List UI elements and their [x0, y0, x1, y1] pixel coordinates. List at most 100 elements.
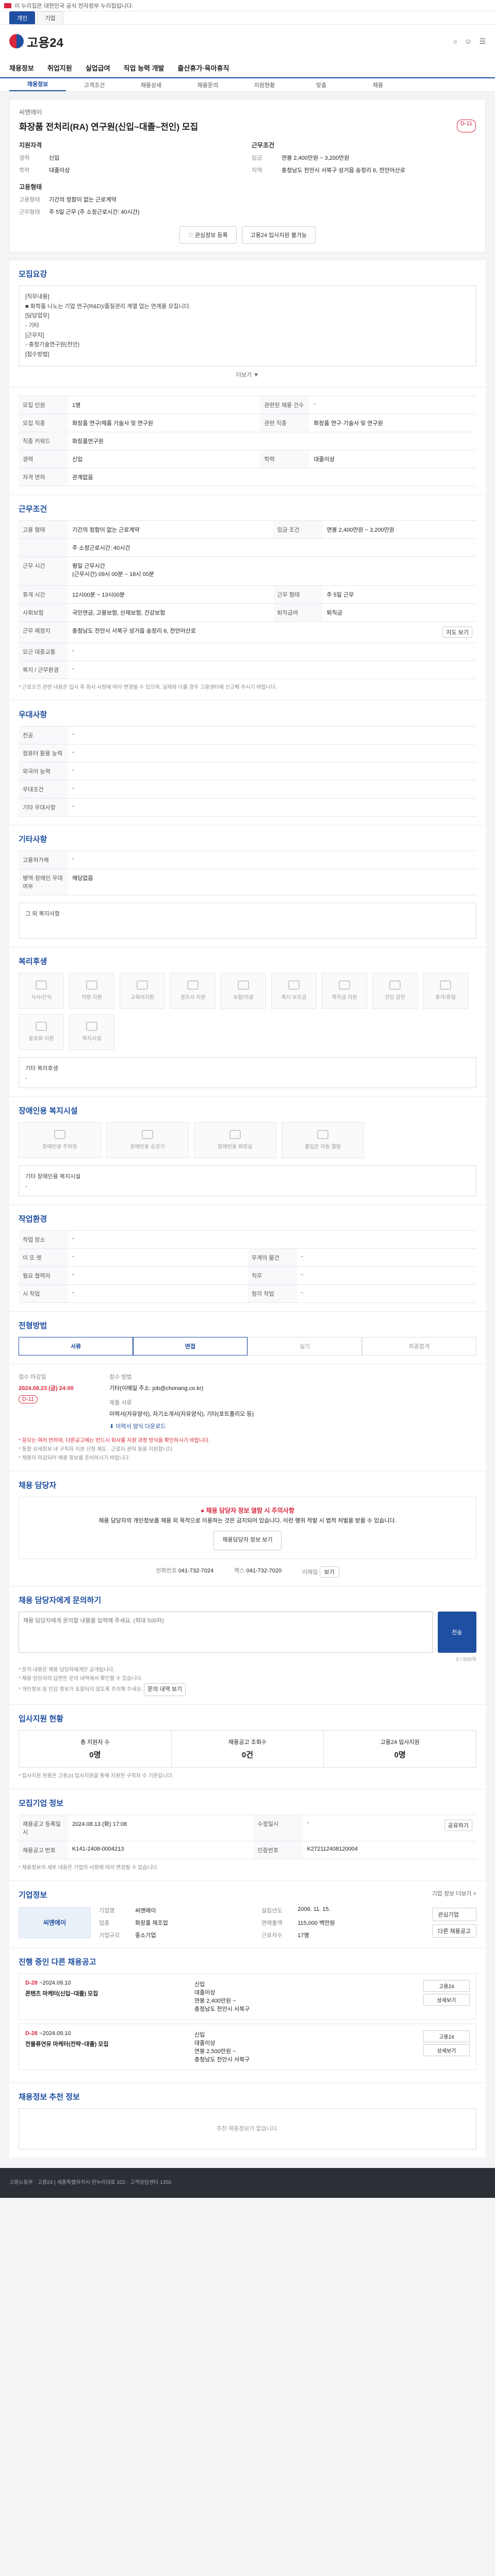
company-name[interactable]: 씨앤에이	[19, 108, 476, 116]
stat-item: 채용공고 조회수 0건	[172, 1730, 324, 1767]
section-title: 작업환경	[19, 1214, 47, 1224]
email-label: 이메일	[302, 1569, 318, 1575]
process-steps: 서류 면접 실기 최종합격	[19, 1336, 476, 1355]
table-row: 필요 협력자 - 직무 -	[19, 1266, 476, 1285]
share-button[interactable]: 공유하기	[444, 1819, 472, 1831]
cell-value: -	[297, 1248, 476, 1267]
cell-value: 연봉 2,400만원 ~ 3,200만원	[322, 520, 476, 539]
table-row: 시 작업 - 청각 작업 -	[19, 1284, 476, 1303]
apply-button[interactable]: 고용24 입사지원 불가능	[241, 226, 316, 244]
list-item[interactable]: D-28 ~2024.09.10 전물류연유 마케터(전략~대졸) 모집 신입 …	[19, 2023, 476, 2070]
table-row: 사회보험 국민연금, 고용보험, 산재보험, 건강보험 퇴직급여 퇴직금	[19, 603, 476, 622]
status-section: 입사지원 현황 총 지원자 수 0명 채용공고 조회수 0건 고용24 입사지원 0명…	[9, 1704, 486, 1789]
cell-value: 주 5일 근무	[322, 585, 476, 604]
job-title-link[interactable]: 전물류연유 마케터(전략~대졸) 모집	[25, 2040, 189, 2048]
job-apply-button[interactable]: 고용24	[423, 1979, 470, 1992]
tab-corporate[interactable]: 기업	[37, 11, 63, 24]
list-item[interactable]: D-28 ~2024.09.10 콘텐츠 마케터(신입~대졸) 모집 신입 대졸…	[19, 1973, 476, 2020]
table-row: 모근 대중교통 -	[19, 642, 476, 661]
more-button[interactable]: 더보기 ▼	[19, 370, 476, 379]
cell-value: -	[68, 1266, 248, 1285]
deadline-dday: D-11	[19, 1395, 38, 1403]
recommend-empty: 추천 채용정보가 없습니다.	[19, 2108, 476, 2150]
gnb-benefit[interactable]: 실업급여	[86, 63, 110, 73]
menu-icon[interactable]: ☰	[479, 37, 486, 46]
job-title-link[interactable]: 콘텐츠 마케터(신입~대졸) 모집	[25, 1989, 189, 1997]
section-title: 채용 담당자	[19, 1481, 57, 1490]
site-logo[interactable]: 고용24	[9, 32, 63, 50]
job-view-button[interactable]: 상세보기	[423, 2044, 470, 2056]
send-button[interactable]: 전송	[437, 1612, 476, 1653]
cell-key: 전공	[19, 725, 68, 744]
disabled-item: 출입문 자동 열림	[282, 1122, 364, 1158]
section-title: 우대사항	[19, 710, 47, 719]
gnb-support[interactable]: 취업지원	[47, 63, 72, 73]
company-jobs-button[interactable]: 다른 채용공고	[432, 1924, 476, 1938]
company-more-link[interactable]: 기업 정보 더보기 +	[432, 1889, 476, 1906]
welfare-item: 건강 검진	[372, 972, 418, 1009]
user-icon[interactable]: ☺	[465, 37, 472, 46]
welfare-item-label: 동호회 지원	[28, 1036, 54, 1042]
medical-icon	[238, 980, 249, 990]
job-apply-button[interactable]: 고용24	[423, 2030, 470, 2042]
company-interest-button[interactable]: 관심기업	[432, 1907, 476, 1921]
table-row: 주 소정근로시간: 40시간	[19, 538, 476, 557]
recruit-section: 모집 인원 1명 관련된 채용 건수 - 모집 직종 화장품 연구/제품 기술사 및 연…	[9, 386, 486, 495]
welfare-item: 차량 지원	[69, 972, 114, 1009]
gnb-jobs[interactable]: 채용정보	[9, 63, 34, 73]
resume-download-link[interactable]: ⬇ 이력서 양식 다운로드	[109, 1422, 476, 1430]
kv-value: 주 5일 근무 (주 소정근로시간: 40시간)	[49, 209, 140, 215]
company-workers: 17명	[298, 1932, 309, 1939]
job-career: 신입	[194, 2031, 205, 2038]
view-contact-button[interactable]: 채용담당자 정보 보기	[213, 1531, 282, 1550]
inquiry-input[interactable]	[19, 1612, 433, 1653]
cell-value: 주 소정근로시간: 40시간	[68, 538, 476, 557]
kv-key: 임금	[252, 155, 262, 161]
welfare-item-label: 학자금 지원	[332, 995, 357, 1001]
inquiry-section: 채용 담당자에게 문의하기 전송 0 / 500자 * 문의 내용은 채용 담당…	[9, 1586, 486, 1704]
history-button[interactable]: 문의 내역 보기	[144, 1683, 186, 1696]
resume-download-label: 이력서 양식 다운로드	[116, 1423, 166, 1430]
cell-value: 화장품연구원	[68, 431, 476, 450]
search-icon[interactable]: ⌕	[453, 37, 457, 46]
table-row: 고용 형태 기간의 정함이 없는 근로계약 임금 조건 연봉 2,400만원 ~ 3,…	[19, 520, 476, 539]
subnav-item-0[interactable]: 채용정보	[9, 79, 66, 91]
phone-value: 041-732-7024	[178, 1568, 214, 1574]
subnav-item-3[interactable]: 채용문의	[179, 81, 236, 89]
subnav-item-5[interactable]: 맞춤	[293, 81, 350, 89]
disabled-extra-box: 기타 장애인용 복지시설 -	[19, 1165, 476, 1196]
stat-value: 0건	[241, 1750, 254, 1759]
email-view-button[interactable]: 보기	[319, 1566, 339, 1578]
map-button[interactable]: 지도 보기	[442, 626, 472, 638]
parking-icon	[54, 1130, 65, 1140]
job-loc: 충청남도 천안시 서북구	[194, 2056, 250, 2063]
subnav-item-1[interactable]: 고객조건	[66, 81, 123, 89]
cell-value: 관계없음	[68, 467, 476, 486]
gnb-training[interactable]: 직업 능력 개발	[124, 63, 164, 73]
qualification-block: 지원자격 경력 신입 학력 대졸이상	[19, 141, 243, 174]
company-section: 기업정보 기업 정보 더보기 + 씨앤에이 기업명 씨앤에이 설립년도 2006. …	[9, 1880, 486, 1947]
inquiry-note: * 개인정보 등 민감 정보가 포함되지 않도록 주의해 주세요.	[19, 1687, 143, 1692]
work-table: 고용 형태 기간의 정함이 없는 근로계약 임금 조건 연봉 2,400만원 ~ 3,…	[19, 520, 476, 679]
summary-line: [근무지]	[25, 332, 44, 338]
summary-line: ■ 화학품 나노는 기업 연구(R&D)/품질관리 계열 업는 연계를 모집니다…	[25, 303, 191, 310]
job-date: ~2024.09.10	[39, 2030, 71, 2037]
interest-button[interactable]: ♡ 관심정보 등록	[179, 226, 237, 244]
tab-personal[interactable]: 개인	[9, 11, 36, 24]
job-view-button[interactable]: 상세보기	[423, 1993, 470, 2006]
health-icon	[389, 980, 401, 990]
disabled-extra-value: -	[25, 1183, 27, 1190]
cell-key: 근무 형태	[273, 585, 323, 604]
company-type: 중소기업	[135, 1932, 156, 1939]
subnav-item-4[interactable]: 지원현황	[236, 81, 293, 89]
subnav-item-2[interactable]: 채용상세	[123, 81, 179, 89]
table-row: 경력 신입 학력 대졸이상	[19, 449, 476, 468]
site-header: 고용24 ⌕ ☺ ☰	[0, 25, 495, 58]
company-sales: 115,000 백만원	[298, 1920, 335, 1926]
gnb-leave[interactable]: 출산휴가·육아휴직	[178, 63, 229, 73]
status-note: * 입사지원 현황은 고용24 입사지원을 통해 지원한 구직자 수 기준입니다…	[19, 1773, 174, 1779]
subnav-item-6[interactable]: 채용	[350, 81, 406, 89]
prefer-section: 우대사항 전공 - 컴퓨터 활용 능력 - 외국어 능력 - 우대조건 - 기타 우대사…	[9, 700, 486, 825]
job-date: ~2024.09.10	[39, 1979, 71, 1986]
fax-label: 팩스	[234, 1568, 245, 1574]
